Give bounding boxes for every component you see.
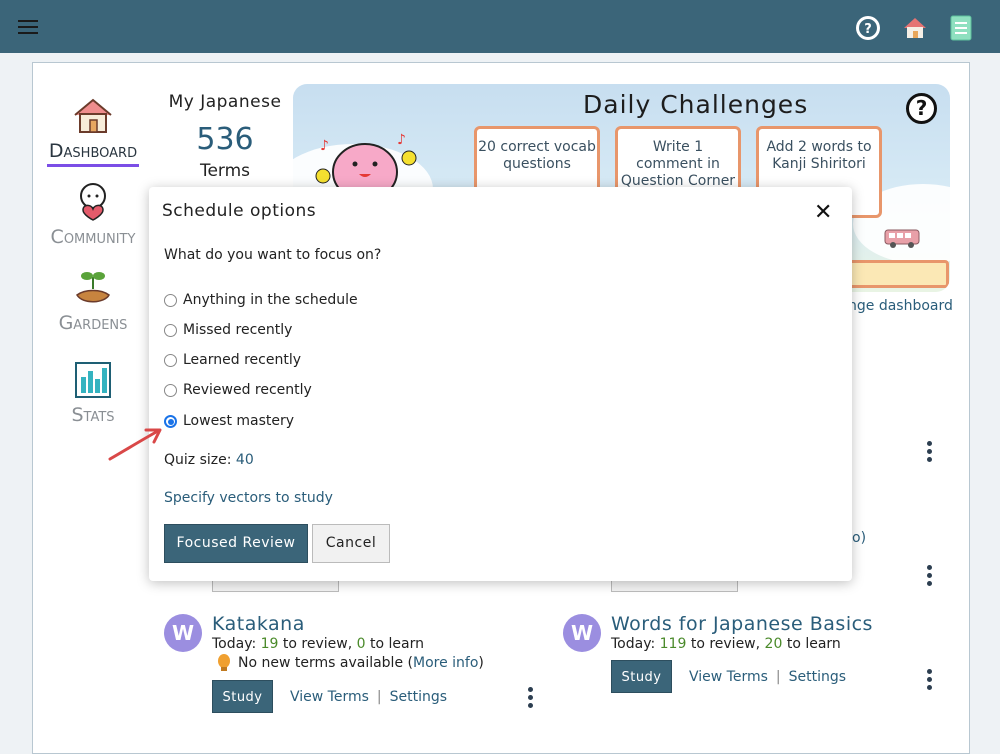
deck-notice: No new terms available (More info) (216, 653, 484, 673)
quiz-size-label: Quiz size: (164, 452, 232, 468)
learn-label: to learn (370, 636, 424, 652)
notebook-icon[interactable] (950, 15, 976, 41)
nav-label: Community (50, 226, 136, 248)
nav-community[interactable]: Community (38, 180, 148, 248)
radio-button[interactable] (164, 353, 177, 367)
today-label: Today: (212, 636, 257, 652)
quiz-size: Quiz size: 40 (164, 452, 254, 468)
bar-chart-icon (38, 358, 148, 402)
term-label: Terms (199, 161, 251, 181)
quiz-size-value[interactable]: 40 (236, 452, 254, 468)
schedule-options-modal: Schedule options ✕ What do you want to f… (149, 187, 852, 581)
partial-more-info-link[interactable]: o) (852, 530, 866, 546)
view-terms-link[interactable]: View Terms (290, 689, 369, 705)
top-bar: ? (0, 0, 1000, 53)
change-dashboard-link[interactable]: nge dashboard (848, 298, 953, 314)
active-underline (47, 164, 139, 167)
course-title: My Japanese (168, 92, 282, 112)
nav-stats[interactable]: Stats (38, 358, 148, 426)
more-options-icon[interactable] (927, 441, 933, 465)
deck-today: Today: 119 to review, 20 to learn (611, 636, 841, 652)
notice-text: No new terms available ( (238, 655, 413, 671)
annotation-arrow-icon (104, 425, 166, 469)
deck-today: Today: 19 to review, 0 to learn (212, 636, 424, 652)
focused-review-button[interactable]: Focused Review (164, 524, 308, 563)
svg-text:♪: ♪ (320, 138, 329, 154)
nav-gardens[interactable]: Gardens (38, 266, 148, 334)
deck-links: View Terms | Settings (689, 669, 846, 685)
radio-button[interactable] (164, 323, 177, 337)
nav-label: Stats (71, 404, 115, 426)
separator: | (775, 669, 781, 685)
view-terms-link[interactable]: View Terms (689, 669, 768, 685)
radio-label: Anything in the schedule (183, 292, 358, 308)
radio-lowest-mastery[interactable]: Lowest mastery (164, 413, 294, 429)
nav-label: Gardens (58, 312, 128, 334)
deck-title[interactable]: Katakana (212, 613, 305, 635)
radio-label: Reviewed recently (183, 382, 312, 398)
review-count: 119 (659, 636, 687, 652)
radio-label: Missed recently (183, 322, 293, 338)
radio-anything[interactable]: Anything in the schedule (164, 292, 358, 308)
focus-question: What do you want to focus on? (164, 247, 382, 263)
lightbulb-icon (218, 654, 230, 671)
radio-reviewed[interactable]: Reviewed recently (164, 382, 312, 398)
radio-button[interactable] (164, 293, 177, 307)
radio-label: Learned recently (183, 352, 301, 368)
learn-count: 20 (764, 636, 783, 652)
help-circle-icon[interactable]: ? (855, 15, 881, 41)
radio-missed[interactable]: Missed recently (164, 322, 292, 338)
svg-text:?: ? (864, 22, 872, 37)
avatar[interactable]: W (563, 614, 601, 652)
nav-dashboard[interactable]: Dashboard (38, 94, 148, 167)
svg-text:♪: ♪ (397, 132, 406, 148)
separator: | (376, 689, 382, 705)
sprout-hand-icon (38, 266, 148, 310)
bus-icon (883, 228, 923, 254)
specify-vectors-link[interactable]: Specify vectors to study (164, 490, 333, 506)
house-icon (38, 94, 148, 138)
radio-label: Lowest mastery (183, 413, 295, 429)
modal-title: Schedule options (162, 201, 317, 221)
more-info-link[interactable]: More info (413, 655, 478, 671)
deck-title[interactable]: Words for Japanese Basics (611, 613, 873, 635)
more-options-icon[interactable] (927, 565, 933, 589)
review-label: to review, (282, 636, 353, 652)
learn-label: to learn (786, 636, 841, 652)
review-count: 19 (260, 636, 279, 652)
radio-button[interactable] (164, 383, 177, 397)
challenge-progress-bar (848, 260, 949, 288)
home-icon[interactable] (902, 15, 928, 41)
close-icon[interactable]: ✕ (814, 202, 832, 224)
term-count: 536 (196, 122, 254, 157)
more-options-icon[interactable] (927, 669, 933, 693)
course-summary[interactable]: My Japanese 536 Terms (160, 92, 290, 181)
nav-label: Dashboard (48, 140, 138, 162)
challenges-title: Daily Challenges (583, 90, 809, 119)
study-button[interactable]: Study (611, 660, 672, 693)
deck-links: View Terms | Settings (290, 689, 447, 705)
learn-count: 0 (356, 636, 366, 652)
avatar[interactable]: W (164, 614, 202, 652)
today-label: Today: (611, 636, 656, 652)
menu-icon[interactable] (18, 20, 38, 34)
radio-learned[interactable]: Learned recently (164, 352, 301, 368)
heart-character-icon (38, 180, 148, 224)
settings-link[interactable]: Settings (789, 669, 846, 685)
cancel-button[interactable]: Cancel (312, 524, 390, 563)
more-options-icon[interactable] (528, 687, 534, 711)
challenges-help-icon[interactable]: ? (906, 93, 937, 124)
study-button[interactable]: Study (212, 680, 273, 713)
review-label: to review, (690, 636, 761, 652)
settings-link[interactable]: Settings (390, 689, 447, 705)
notice-end: ) (478, 655, 484, 671)
